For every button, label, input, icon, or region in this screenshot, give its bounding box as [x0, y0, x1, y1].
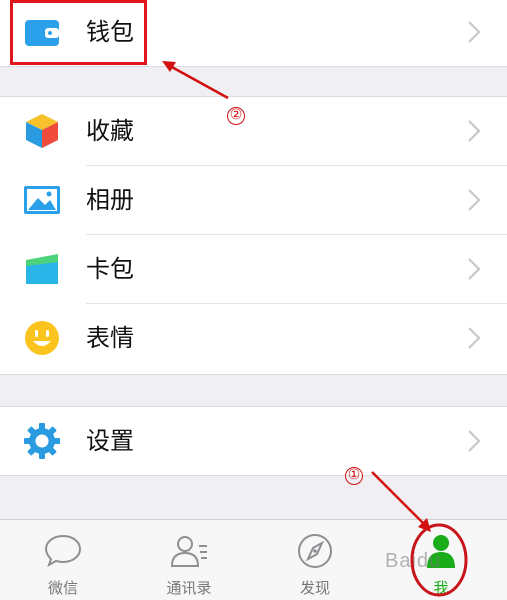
tab-label: 微信: [47, 579, 78, 597]
chevron-right-icon: [468, 21, 481, 43]
chevron-right-icon: [468, 258, 481, 280]
tab-discover[interactable]: 发现: [252, 520, 378, 600]
settings-label: 设置: [86, 427, 134, 455]
chevron-right-icon: [468, 430, 481, 452]
contacts-icon: [170, 536, 207, 567]
compass-icon: [298, 534, 332, 568]
card-package-label: 卡包: [86, 255, 134, 283]
album-row[interactable]: 相册: [0, 166, 507, 234]
annotation-highlight-wallet: [10, 0, 147, 65]
favorites-label: 收藏: [86, 117, 134, 145]
card-package-row[interactable]: 卡包: [0, 235, 507, 303]
chevron-right-icon: [468, 189, 481, 211]
album-image-icon: [24, 186, 60, 214]
divider: [0, 475, 507, 476]
divider: [0, 374, 507, 375]
tab-chats[interactable]: 微信: [0, 520, 126, 600]
chevron-right-icon: [468, 327, 481, 349]
watermark-text: Baidu: [385, 550, 442, 572]
stickers-label: 表情: [86, 324, 134, 352]
annotation-step-1: ①: [345, 467, 363, 485]
settings-gear-icon: [24, 423, 60, 459]
annotation-step-2: ②: [227, 107, 245, 125]
card-package-icon: [26, 254, 58, 284]
chevron-right-icon: [468, 120, 481, 142]
tab-label: 通讯录: [166, 579, 212, 597]
chat-bubble-icon: [44, 534, 82, 568]
album-label: 相册: [86, 186, 134, 214]
settings-group: 设置: [0, 407, 507, 475]
features-group: 收藏 相册 卡包 表情: [0, 97, 507, 374]
stickers-row[interactable]: 表情: [0, 304, 507, 372]
divider: [0, 66, 507, 67]
smiley-face-icon: [25, 321, 59, 355]
favorites-cube-icon: [26, 114, 58, 148]
favorites-row[interactable]: 收藏: [0, 97, 507, 165]
settings-row[interactable]: 设置: [0, 407, 507, 475]
tab-label: 发现: [299, 579, 330, 597]
tab-contacts[interactable]: 通讯录: [126, 520, 252, 600]
tab-label: 我: [433, 579, 449, 597]
